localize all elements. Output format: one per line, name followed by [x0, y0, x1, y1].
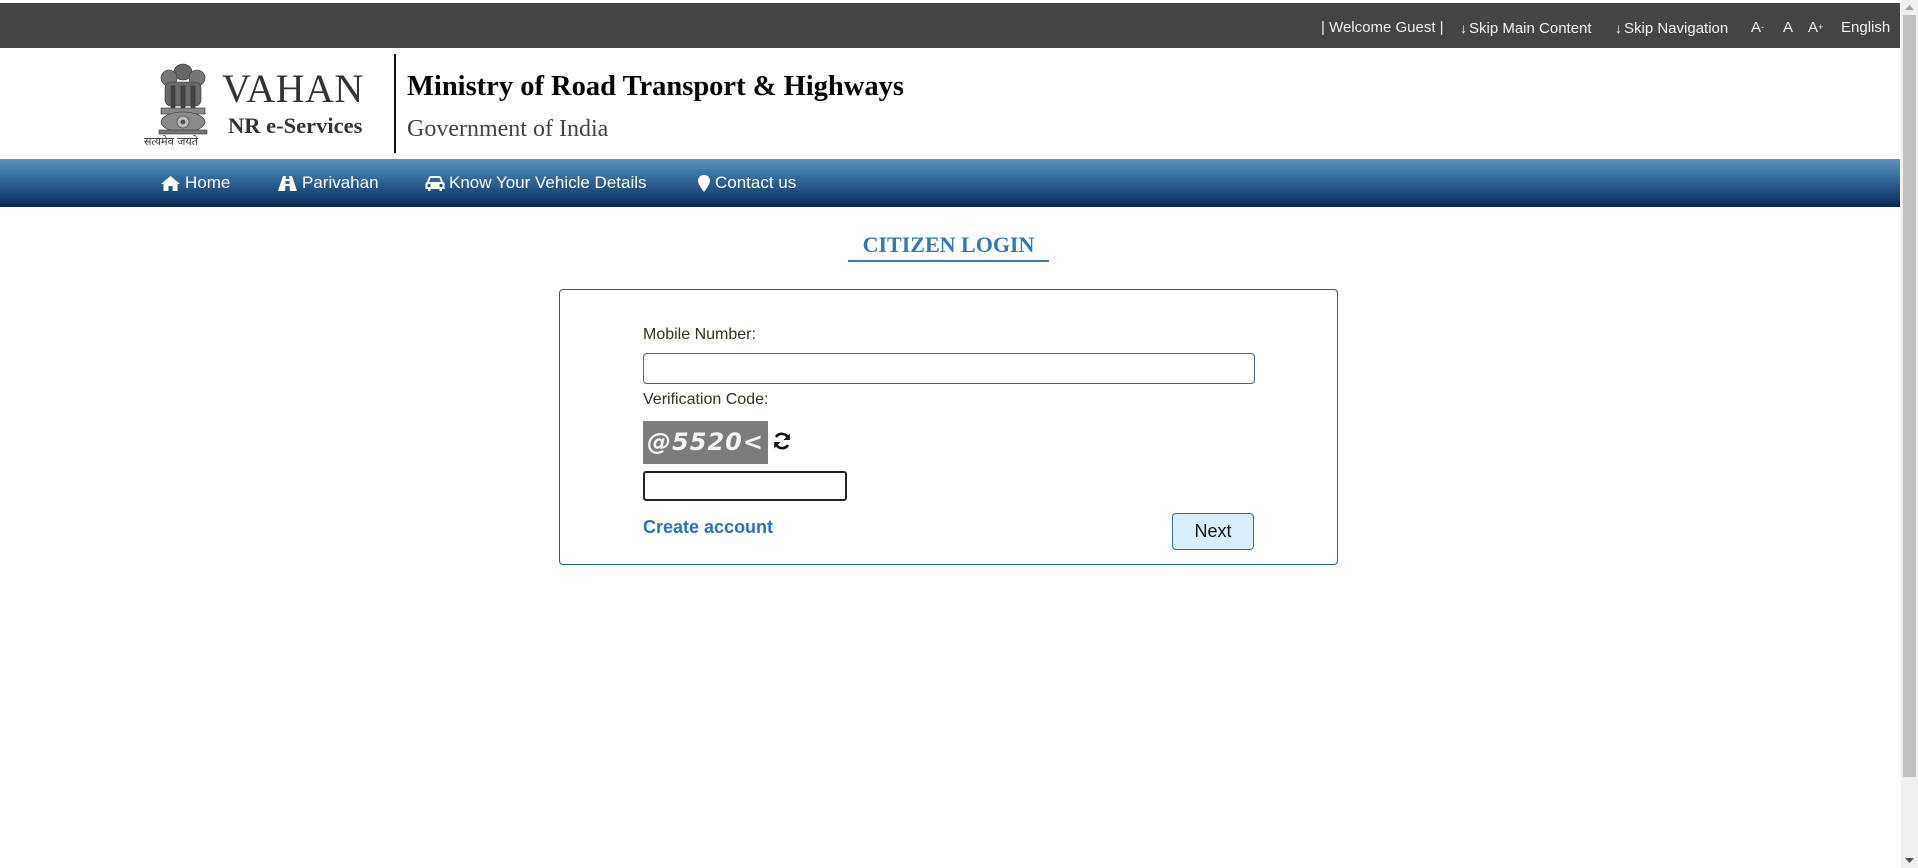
font-increase-sup: +: [1818, 22, 1824, 32]
map-marker-icon: [698, 174, 710, 192]
nav-item-contact-us-label: Contact us: [715, 173, 797, 192]
vahan-logo-title: VAHAN: [222, 66, 364, 111]
emblem-motto: सत्यमेव जयते: [144, 135, 199, 148]
home-icon: [161, 175, 180, 191]
skip-main-content-link[interactable]: ↓ Skip Main Content: [1460, 19, 1592, 38]
nav-item-know-your-vehicle[interactable]: Know Your Vehicle Details: [425, 172, 647, 194]
scroll-down-button[interactable]: [1901, 853, 1918, 868]
scroll-down-arrow-icon: [1905, 858, 1914, 863]
welcome-guest-text: | Welcome Guest |: [1321, 19, 1444, 36]
next-button[interactable]: Next: [1172, 513, 1254, 550]
verification-code-label: Verification Code:: [643, 391, 769, 408]
refresh-icon: [774, 432, 790, 450]
mobile-number-label: Mobile Number:: [643, 326, 756, 343]
skip-navigation-link[interactable]: ↓ Skip Navigation: [1615, 19, 1728, 38]
verification-code-input[interactable]: [643, 471, 847, 501]
nav-item-know-your-vehicle-label: Know Your Vehicle Details: [449, 173, 647, 192]
nav-item-parivahan[interactable]: Parivahan: [277, 172, 379, 194]
citizen-login-heading: CITIZEN LOGIN: [862, 232, 1035, 257]
language-english-link[interactable]: English: [1841, 19, 1890, 37]
government-subtitle: Government of India: [407, 116, 609, 142]
font-decrease-sup: -: [1761, 22, 1765, 32]
nav-item-contact-us[interactable]: Contact us: [697, 172, 796, 194]
ministry-title: Ministry of Road Transport & Highways: [407, 71, 904, 102]
scroll-up-button[interactable]: [1901, 0, 1918, 15]
vahan-logo-subtitle: NR e-Services: [228, 113, 363, 138]
arrow-down-icon: ↓: [1615, 20, 1622, 36]
arrow-down-icon: ↓: [1460, 20, 1467, 36]
mobile-number-input[interactable]: [643, 353, 1255, 384]
captcha-refresh-button[interactable]: [772, 431, 792, 451]
vertical-scrollbar[interactable]: [1901, 0, 1918, 868]
create-account-link[interactable]: Create account: [643, 516, 773, 538]
nav-item-home[interactable]: Home: [160, 172, 230, 194]
road-icon: [278, 175, 297, 191]
nav-item-parivahan-label: Parivahan: [302, 173, 379, 192]
font-increase-label: A: [1808, 19, 1819, 36]
main-navigation: Home Parivahan Know Your Vehicle Details…: [0, 159, 1900, 207]
top-utility-bar: | Welcome Guest | ↓ Skip Main Content ↓ Sk…: [0, 3, 1900, 48]
national-emblem-logo: सत्यमेव जयते: [144, 60, 219, 150]
font-decrease-button[interactable]: A-: [1751, 19, 1764, 37]
car-icon: [425, 175, 445, 191]
scrollbar-thumb[interactable]: [1903, 15, 1916, 777]
captcha-image: @5520<: [643, 421, 768, 464]
font-increase-button[interactable]: A+: [1808, 19, 1823, 37]
font-decrease-label: A: [1751, 19, 1762, 36]
heading-underline: [848, 260, 1049, 262]
scroll-up-arrow-icon: [1905, 5, 1914, 10]
skip-navigation-label: Skip Navigation: [1624, 20, 1729, 37]
nav-item-home-label: Home: [185, 173, 231, 192]
header-divider: [394, 54, 396, 153]
skip-main-content-label: Skip Main Content: [1469, 20, 1592, 37]
font-normal-button[interactable]: A: [1783, 19, 1793, 37]
